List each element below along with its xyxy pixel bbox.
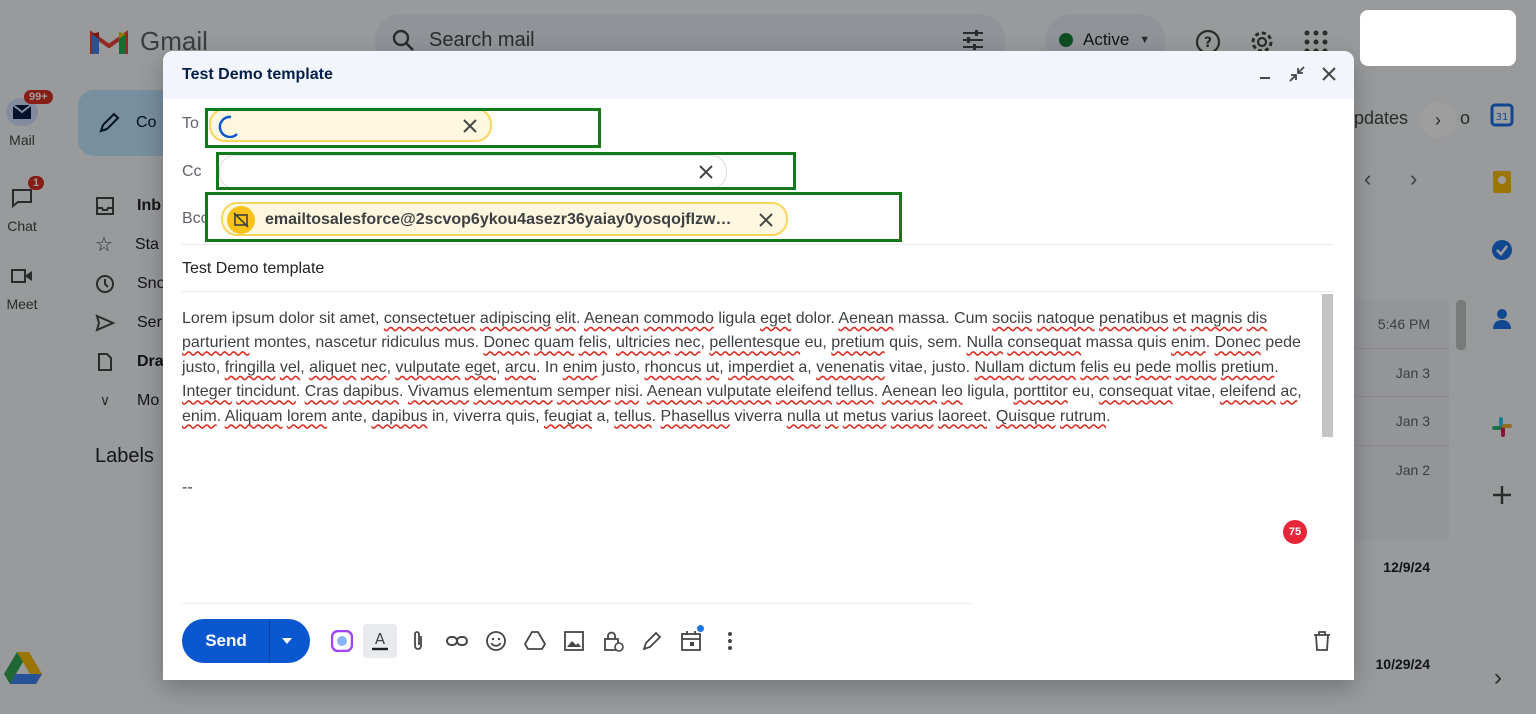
bcc-label: Bcc <box>182 210 209 227</box>
send-button-label: Send <box>205 631 247 650</box>
gemini-icon[interactable] <box>330 629 354 653</box>
body-scrollbar[interactable] <box>1322 294 1333 437</box>
remove-recipient-icon[interactable] <box>696 162 716 182</box>
confidential-mode-icon[interactable] <box>601 629 625 653</box>
trash-icon[interactable] <box>1310 629 1334 653</box>
compose-window-controls <box>1256 65 1338 83</box>
message-body[interactable]: Lorem ipsum dolor sit amet, consectetuer… <box>182 307 1317 429</box>
cc-label: Cc <box>182 163 202 180</box>
bcc-recipient-address: emailtosalesforce@2scvop6ykou4asezr36yai… <box>265 211 732 228</box>
remove-recipient-icon[interactable] <box>756 210 776 230</box>
text-format-icon[interactable]: A <box>363 624 397 658</box>
insert-photo-icon[interactable] <box>562 629 586 653</box>
attach-file-icon[interactable] <box>406 629 430 653</box>
spelling-count-badge[interactable]: 75 <box>1283 520 1307 544</box>
cc-recipient-chip[interactable] <box>219 155 727 189</box>
insert-link-icon[interactable] <box>445 629 469 653</box>
send-divider <box>269 619 270 663</box>
more-options-icon[interactable] <box>718 629 742 653</box>
to-label: To <box>182 115 199 132</box>
exit-fullscreen-icon[interactable] <box>1288 65 1306 83</box>
remove-recipient-icon[interactable] <box>460 116 480 136</box>
signature-separator: -- <box>182 479 193 496</box>
bcc-recipient-chip[interactable]: emailtosalesforce@2scvop6ykou4asezr36yai… <box>221 202 788 236</box>
send-options-icon[interactable] <box>280 634 294 648</box>
notification-dot <box>697 625 704 632</box>
loading-spinner-icon <box>218 115 238 138</box>
compose-window: Test Demo template To Cc Bcc emailtosale… <box>163 51 1354 680</box>
redacted-overlay <box>1360 10 1516 66</box>
to-recipient-chip[interactable] <box>209 108 492 142</box>
minimize-icon[interactable] <box>1256 65 1274 83</box>
signature-pen-icon[interactable] <box>640 629 664 653</box>
close-icon[interactable] <box>1320 65 1338 83</box>
subject-field[interactable]: Test Demo template <box>182 260 324 278</box>
compose-title: Test Demo template <box>182 66 333 83</box>
send-button[interactable]: Send <box>182 619 310 663</box>
schedule-calendar-icon[interactable] <box>679 625 704 653</box>
compose-toolbar: Send A <box>182 619 1334 663</box>
recipients-divider <box>182 244 1334 245</box>
subject-divider <box>182 291 1334 292</box>
body-bottom-divider <box>182 603 972 604</box>
no-image-avatar-icon <box>227 206 255 234</box>
compose-header[interactable]: Test Demo template <box>163 51 1354 99</box>
svg-text:A: A <box>375 630 386 648</box>
emoji-icon[interactable] <box>484 629 508 653</box>
google-drive-insert-icon[interactable] <box>523 629 547 653</box>
